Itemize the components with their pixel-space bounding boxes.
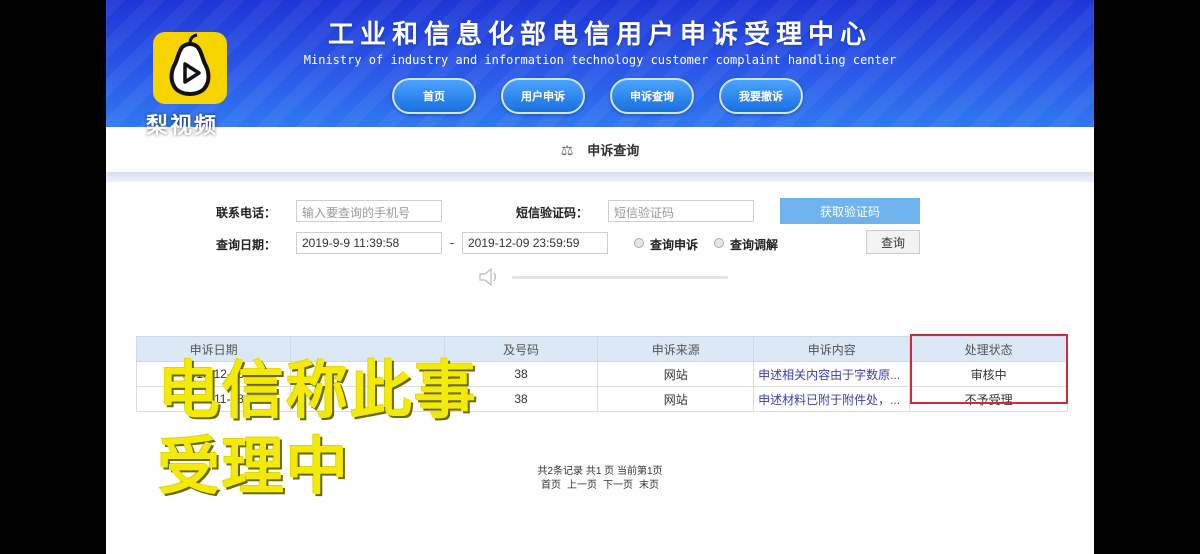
query-button[interactable]: 查询: [866, 230, 920, 254]
nav-home-button[interactable]: 首页: [392, 78, 476, 114]
row-source: 网站: [597, 386, 755, 412]
row-status: 审核中: [909, 361, 1068, 387]
row-content-link[interactable]: 申述材料已附于附件处，...: [753, 386, 911, 412]
pager-next-link[interactable]: 下一页: [603, 480, 633, 491]
complaint-radio[interactable]: [634, 238, 644, 248]
col-status-header: 处理状态: [909, 336, 1068, 362]
nav-query-button[interactable]: 申诉查询: [610, 78, 694, 114]
site-title: 工业和信息化部电信用户申诉受理中心: [327, 20, 872, 50]
caption-line-2: 受理中: [158, 430, 351, 503]
audio-player[interactable]: [478, 266, 778, 288]
pager-last-link[interactable]: 末页: [639, 480, 659, 491]
nav-complaint-button[interactable]: 用户申诉: [501, 78, 585, 114]
speaker-icon[interactable]: [478, 266, 778, 288]
complaint-radio-label[interactable]: 查询申诉: [650, 236, 698, 253]
page-viewport: 工业和信息化部电信用户申诉受理中心 Ministry of industry a…: [106, 0, 1094, 554]
logo-text: 梨视频: [146, 114, 219, 139]
row-content-link[interactable]: 申述相关内容由于字数原...: [753, 361, 911, 387]
pager-first-link[interactable]: 首页: [541, 480, 561, 491]
col-content-header: 申诉内容: [753, 336, 911, 362]
pager-prev-link[interactable]: 上一页: [567, 480, 597, 491]
sms-code-input[interactable]: 短信验证码: [608, 200, 754, 222]
nav-withdraw-button[interactable]: 我要撤诉: [719, 78, 803, 114]
mediation-radio-label[interactable]: 查询调解: [730, 236, 778, 253]
caption-line-1: 电信称此事: [158, 354, 479, 427]
section-title: 申诉查询: [587, 144, 640, 159]
phone-label: 联系电话：: [216, 206, 277, 220]
date-start-input[interactable]: 2019-9-9 11:39:58: [296, 232, 442, 254]
date-end-input[interactable]: 2019-12-09 23:59:59: [462, 232, 608, 254]
pear-play-icon: [169, 33, 211, 97]
pear-video-logo: [153, 32, 227, 104]
date-separator: -: [450, 236, 455, 250]
mediation-radio[interactable]: [714, 238, 724, 248]
sms-code-label: 短信验证码：: [516, 206, 589, 220]
section-divider: [106, 172, 1094, 182]
row-status: 不予受理: [909, 386, 1068, 412]
phone-input[interactable]: 输入要查询的手机号: [296, 200, 442, 222]
date-label: 查询日期：: [216, 238, 277, 252]
scale-icon: ⚖: [560, 143, 574, 159]
row-source: 网站: [597, 361, 755, 387]
get-code-button[interactable]: 获取验证码: [780, 198, 920, 224]
site-subtitle: Ministry of industry and information tec…: [303, 53, 897, 67]
section-heading: ⚖ 申诉查询: [106, 140, 1094, 159]
col-source-header: 申诉来源: [597, 336, 755, 362]
